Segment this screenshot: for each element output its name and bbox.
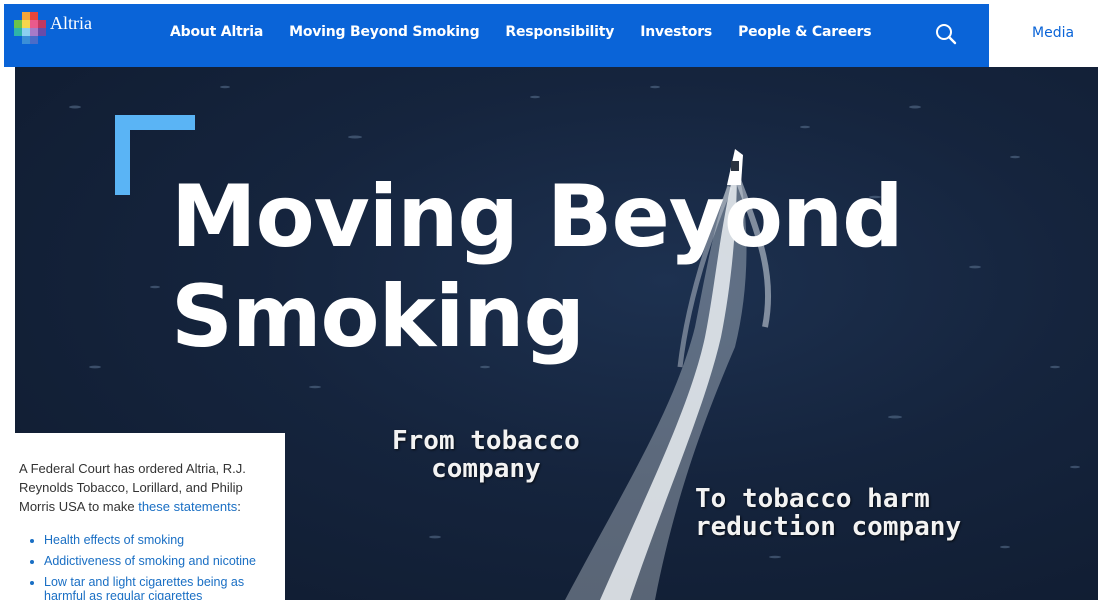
hero-headline-line-2: Smoking bbox=[171, 267, 585, 367]
search-icon bbox=[936, 24, 957, 45]
statements-list: Health effects of smoking Addictiveness … bbox=[30, 533, 285, 600]
list-item: Addictiveness of smoking and nicotine bbox=[44, 554, 285, 568]
nav-item-investors[interactable]: Investors bbox=[640, 24, 712, 40]
nav-item-about-altria[interactable]: About Altria bbox=[170, 24, 263, 40]
caption-to-line-2: reduction company bbox=[695, 512, 962, 542]
main-nav: About Altria Moving Beyond Smoking Respo… bbox=[170, 24, 897, 40]
hero-headline-line-1: Moving Beyond bbox=[171, 167, 904, 267]
altria-logo-mosaic-icon bbox=[14, 12, 46, 44]
caption-to-line-1: To tobacco harm bbox=[695, 484, 930, 514]
list-item: Low tar and light cigarettes being as ha… bbox=[44, 575, 285, 600]
court-statements-notice: A Federal Court has ordered Altria, R.J.… bbox=[4, 433, 285, 600]
caption-from-line-1: From tobacco bbox=[392, 426, 580, 456]
statement-link-health-effects[interactable]: Health effects of smoking bbox=[44, 533, 184, 547]
nav-item-people-careers[interactable]: People & Careers bbox=[738, 24, 872, 40]
nav-item-moving-beyond-smoking[interactable]: Moving Beyond Smoking bbox=[289, 24, 479, 40]
list-item: Health effects of smoking bbox=[44, 533, 285, 547]
page: Altria About Altria Moving Beyond Smokin… bbox=[0, 0, 1098, 600]
altria-logo[interactable]: Altria bbox=[14, 12, 92, 44]
caption-to-harm-reduction: To tobacco harm reduction company bbox=[695, 485, 961, 541]
logo-wordmark: Altria bbox=[50, 12, 92, 33]
hero-headline: Moving Beyond Smoking bbox=[171, 167, 904, 367]
top-navigation-bar: Altria About Altria Moving Beyond Smokin… bbox=[4, 4, 989, 67]
these-statements-link[interactable]: these statements bbox=[138, 499, 237, 514]
caption-from-line-2: company bbox=[431, 454, 541, 484]
statement-link-low-tar[interactable]: Low tar and light cigarettes being as ha… bbox=[44, 575, 244, 600]
search-button[interactable] bbox=[934, 22, 958, 46]
notice-paragraph: A Federal Court has ordered Altria, R.J.… bbox=[19, 459, 274, 516]
caption-from-tobacco: From tobacco company bbox=[392, 427, 580, 483]
notice-text-after-link: : bbox=[237, 499, 241, 514]
statement-link-addictiveness[interactable]: Addictiveness of smoking and nicotine bbox=[44, 554, 256, 568]
media-link[interactable]: Media bbox=[1032, 25, 1074, 41]
nav-item-responsibility[interactable]: Responsibility bbox=[505, 24, 614, 40]
